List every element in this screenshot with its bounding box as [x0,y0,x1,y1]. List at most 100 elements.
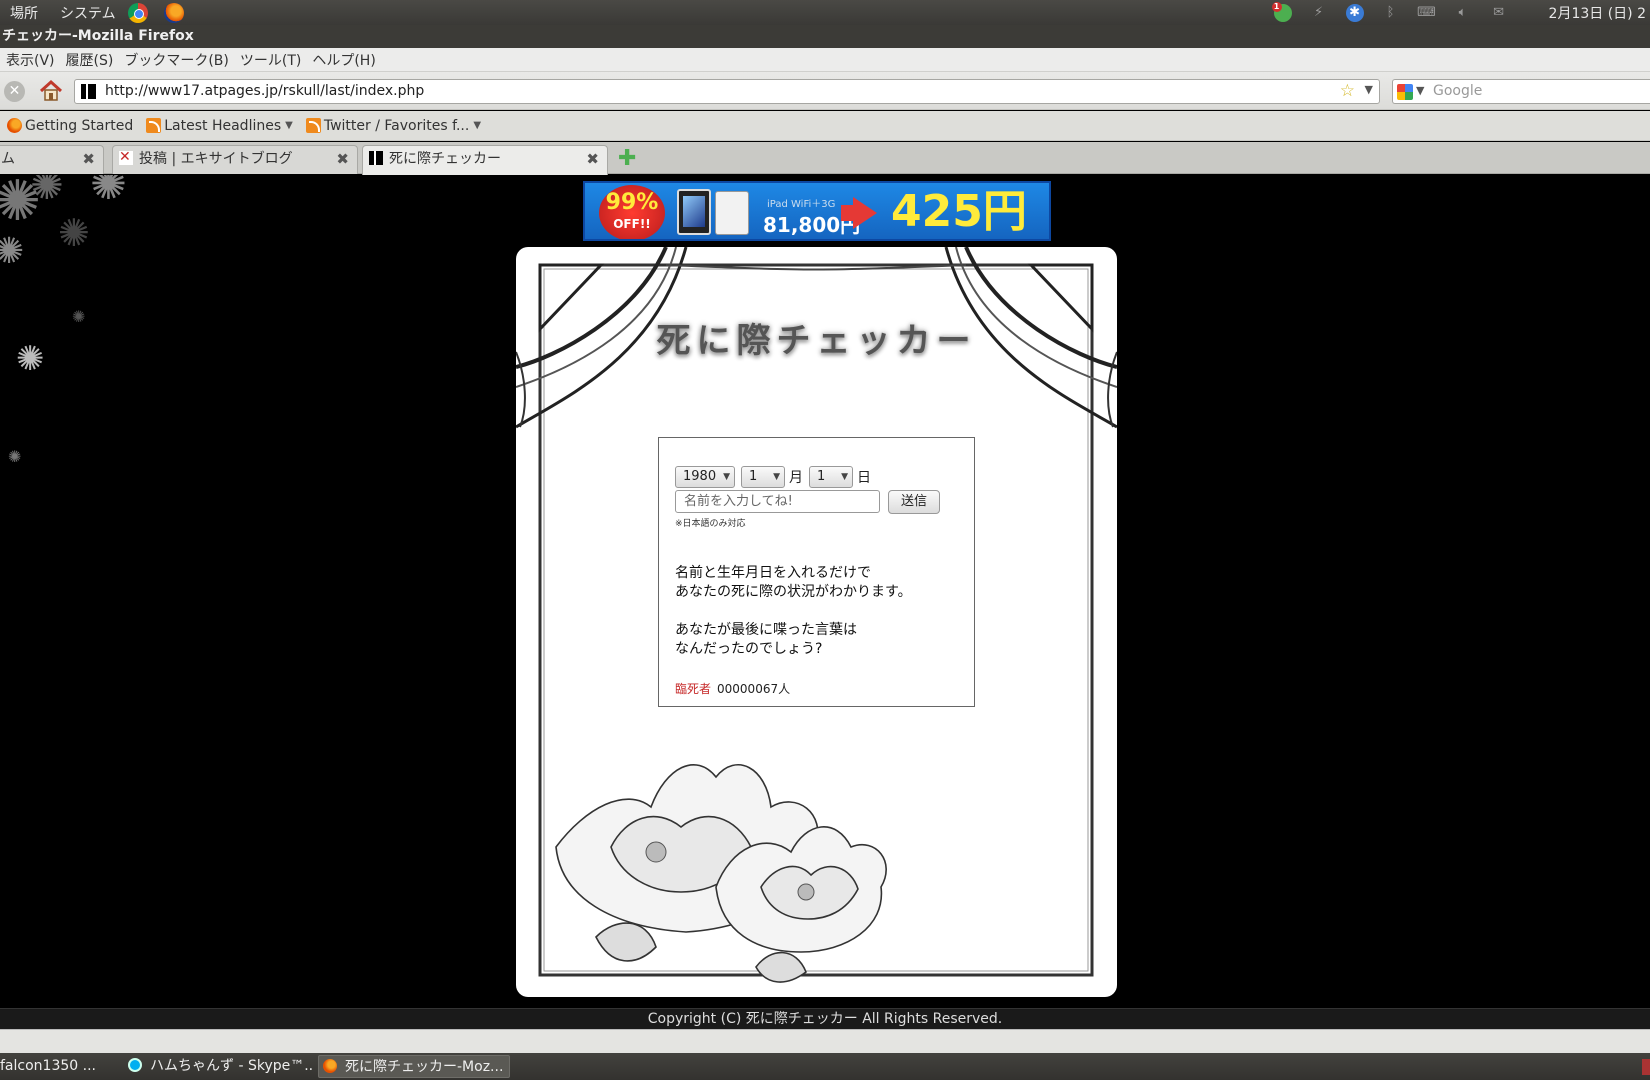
chevron-down-icon[interactable]: ▼ [473,120,481,131]
month-unit-label: 月 [789,470,803,486]
mail-icon[interactable]: ✉ [1490,4,1508,22]
task-firefox[interactable]: 死に際チェッカー-Moz... [318,1055,510,1078]
tab-excite-blog[interactable]: 投稿 | エキサイトブログ ✖ [112,145,358,174]
banner-product-text: iPad WiFi＋3G [767,199,836,210]
firefox-icon [323,1059,337,1073]
menu-bookmarks[interactable]: ブックマーク(B) [124,50,229,70]
update-notifier-icon[interactable] [1271,1,1292,22]
search-bar[interactable]: ▼ Google [1392,79,1650,104]
bookmark-getting-started[interactable]: Getting Started [7,118,133,134]
tab-shinigiwa-checker[interactable]: 死に際チェッカー ✖ [362,145,608,175]
bookmark-latest-headlines[interactable]: Latest Headlines ▼ [146,118,293,134]
counter-label: 臨死者 [675,682,712,696]
badge-percent: 99% [605,190,659,215]
badge-off: OFF!! [613,217,651,231]
menu-help[interactable]: ヘルプ(H) [312,50,375,70]
new-tab-button[interactable]: ✚ [618,148,636,170]
system-menu[interactable]: システム [50,3,116,23]
ad-banner[interactable]: 99% OFF!! iPad WiFi＋3G 81,800円 425円 [583,181,1051,241]
main-card: 死に際チェッカー 1980 1 月 1 日 名前を入力してね! 送信 ※日本語の… [516,247,1117,997]
tab-1[interactable]: ム ✖ [0,145,104,174]
url-history-dropdown-icon[interactable]: ▼ [1365,83,1373,96]
search-engine-dropdown-icon[interactable]: ▼ [1416,84,1424,97]
bookmarks-toolbar: Getting Started Latest Headlines ▼ Twitt… [0,111,1650,141]
leaf-icon: ✺ [16,339,45,379]
skype-icon [128,1058,142,1072]
excite-favicon-icon [119,146,133,171]
navigation-bar: ✕ http://www17.atpages.jp/rskull/last/in… [0,72,1650,110]
menu-history[interactable]: 履歴(S) [66,50,114,70]
places-menu[interactable]: 場所 [0,3,38,23]
submit-button[interactable]: 送信 [888,490,940,514]
month-select[interactable]: 1 [741,466,785,488]
discount-badge: 99% OFF!! [599,185,665,239]
firefox-launcher-icon[interactable] [163,2,184,23]
bluetooth-icon[interactable]: ᛒ [1382,4,1400,22]
trash-icon[interactable] [1642,1059,1650,1075]
site-favicon-icon [369,151,383,165]
year-value: 1980 [683,469,717,484]
tab-label: ム [1,151,15,167]
clock[interactable]: 2月13日 (日) 2 [1549,3,1646,23]
rss-icon [305,118,321,133]
url-bar[interactable]: http://www17.atpages.jp/rskull/last/inde… [74,79,1380,104]
stop-button[interactable]: ✕ [4,81,25,102]
bookmark-star-icon[interactable]: ☆ [1340,81,1355,101]
ipad-image [677,189,711,235]
tab-label: 投稿 | エキサイトブログ [139,151,293,167]
bookmark-twitter-favorites[interactable]: Twitter / Favorites f... ▼ [305,117,481,134]
close-tab-icon[interactable]: ✖ [586,146,599,173]
japanese-only-note: ※日本語のみ対応 [675,519,746,529]
page-title: 死に際チェッカー [656,321,977,361]
home-icon[interactable] [38,78,64,104]
description: 名前と生年月日を入れるだけであなたの死に際の状況がわかります。 あなたが最後に喋… [675,564,912,678]
day-select[interactable]: 1 [809,466,853,488]
chrome-launcher-icon[interactable] [127,2,148,23]
bookmark-label: Latest Headlines [164,117,282,134]
network-icon[interactable]: ⚡ [1310,4,1328,22]
desc-line: なんだったのでしょう? [675,641,823,657]
volume-icon[interactable]: 🔈︎ [1454,4,1472,22]
tab-bar: ム ✖ 投稿 | エキサイトブログ ✖ 死に際チェッカー ✖ ✚ [0,142,1650,175]
task-falcon[interactable]: falcon1350 ... [0,1055,114,1078]
bookmark-label: Getting Started [25,117,134,134]
leaf-icon: ✺ [8,447,22,466]
status-bar [0,1029,1650,1053]
bookmark-label: Twitter / Favorites f... [323,117,470,134]
menu-tools[interactable]: ツール(T) [240,50,301,70]
close-tab-icon[interactable]: ✖ [336,146,349,173]
google-engine-icon[interactable] [1397,84,1413,100]
day-unit-label: 日 [857,470,871,486]
leaf-icon: ✺ [72,307,86,326]
leaf-icon: ✺ [90,175,127,210]
rss-icon [146,118,162,133]
desc-line: あなたの死に際の状況がわかります。 [675,584,912,600]
task-skype[interactable]: ハムちゃんず - Skype™... [124,1055,312,1078]
system-panel: 場所 システム ⚡ ✱ ᛒ ⌨ 🔈︎ ✉ 2月13日 (日) 2 [0,0,1650,25]
day-value: 1 [817,469,826,484]
tab-label: 死に際チェッカー [389,151,501,167]
close-tab-icon[interactable]: ✖ [82,146,95,173]
keyboard-icon[interactable]: ⌨ [1417,4,1436,22]
url-text[interactable]: http://www17.atpages.jp/rskull/last/inde… [105,83,424,99]
death-counter: 臨死者 00000067人 [675,680,790,697]
checker-form: 1980 1 月 1 日 名前を入力してね! 送信 ※日本語のみ対応 名前と生年… [658,437,975,707]
menu-bar: 表示(V) 履歴(S) ブックマーク(B) ツール(T) ヘルプ(H) [0,48,1650,72]
leaf-icon: ✺ [30,175,64,209]
accessibility-icon[interactable]: ✱ [1345,3,1364,22]
firefox-icon [7,118,22,133]
search-input[interactable]: Google [1433,83,1482,99]
name-input[interactable]: 名前を入力してね! [675,490,880,513]
task-label: ハムちゃんず - Skype™... [150,1058,312,1074]
task-label: falcon1350 ... [0,1058,96,1074]
menu-view[interactable]: 表示(V) [6,50,55,70]
task-label: 死に際チェッカー-Moz... [345,1059,504,1075]
desc-line: 名前と生年月日を入れるだけで [675,565,871,581]
banner-new-price: 425円 [891,186,1027,237]
desc-line: あなたが最後に喋った言葉は [675,622,857,638]
chevron-down-icon[interactable]: ▼ [285,120,293,131]
ipad-back-image [715,191,749,235]
year-select[interactable]: 1980 [675,466,735,488]
month-value: 1 [749,469,758,484]
window-title: チェッカー-Mozilla Firefox [0,25,1650,48]
